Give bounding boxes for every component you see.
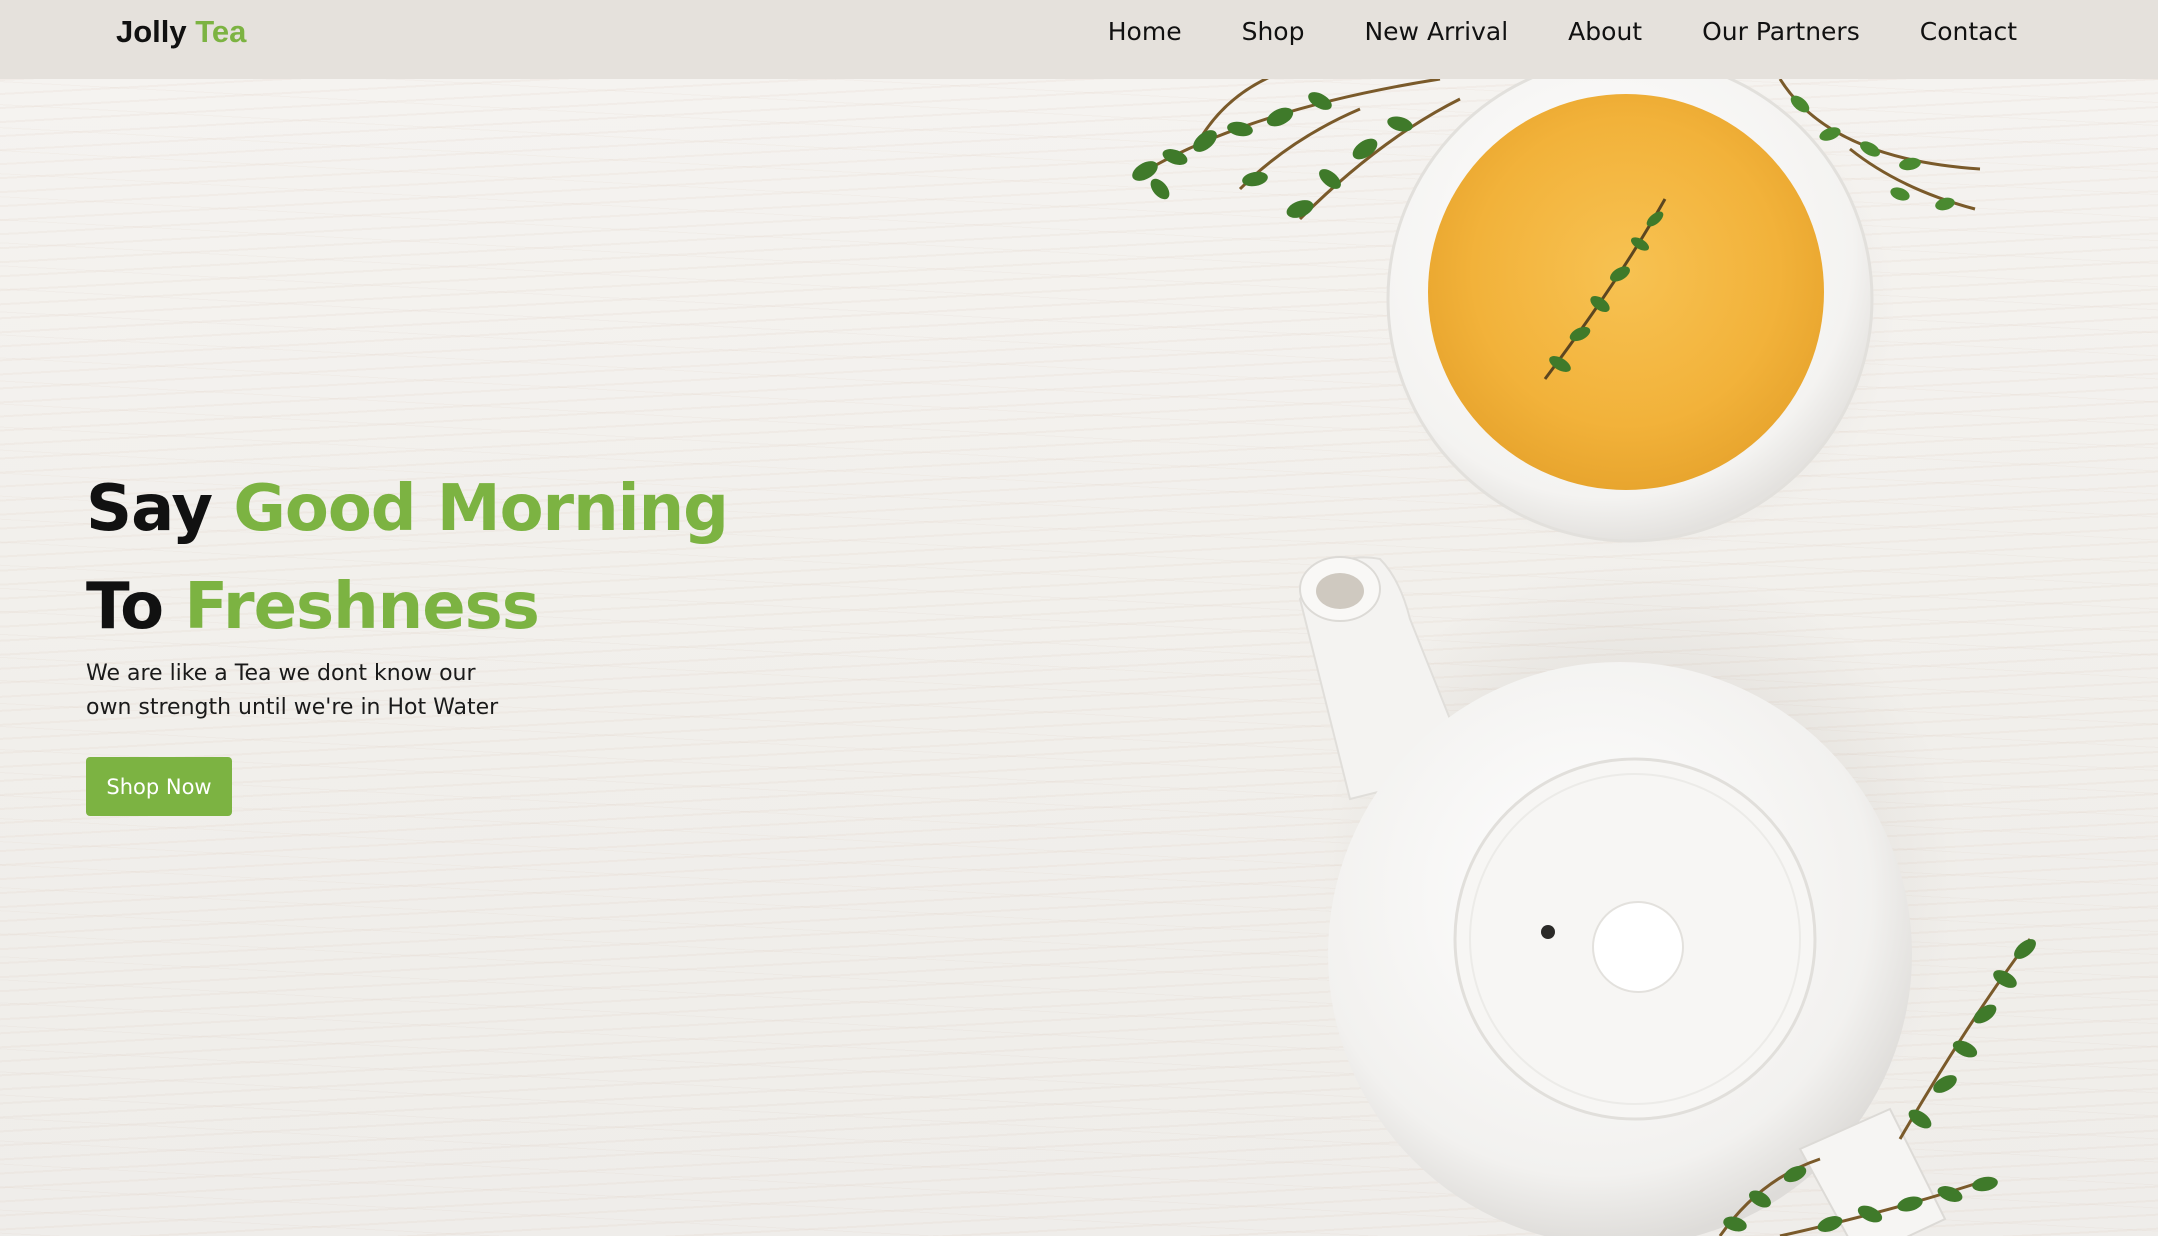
nav-shop-link[interactable]: Shop: [1242, 14, 1305, 50]
nav-about-link[interactable]: About: [1568, 14, 1642, 50]
teapot-icon: [1298, 556, 1960, 1236]
headline-good-morning: Good Morning: [233, 472, 729, 546]
top-navbar: Jolly Tea Home Shop New Arrival About Ou…: [0, 0, 2158, 79]
shop-now-button[interactable]: Shop Now: [86, 757, 232, 816]
nav-contact-link[interactable]: Contact: [1920, 14, 2017, 50]
nav-home-link[interactable]: Home: [1108, 14, 1182, 50]
nav-our-partners-link[interactable]: Our Partners: [1702, 14, 1860, 50]
tea-cup-icon: [1385, 79, 1895, 559]
headline-to: To: [86, 570, 164, 644]
tagline-line-1: We are like a Tea we dont know our: [86, 661, 476, 686]
main-nav: Home Shop New Arrival About Our Partners…: [1048, 14, 2017, 50]
nav-new-arrival-link[interactable]: New Arrival: [1364, 14, 1508, 50]
hero-tagline: We are like a Tea we dont know our own s…: [86, 657, 586, 725]
brand-logo[interactable]: Jolly Tea: [116, 12, 246, 52]
hero-headline: Say Good Morning To Freshness: [86, 460, 729, 656]
logo-text-tea: Tea: [195, 14, 247, 49]
headline-say: Say: [86, 472, 213, 546]
tagline-line-2: own strength until we're in Hot Water: [86, 695, 499, 720]
headline-freshness: Freshness: [184, 570, 539, 644]
logo-text-jolly: Jolly: [116, 14, 187, 49]
